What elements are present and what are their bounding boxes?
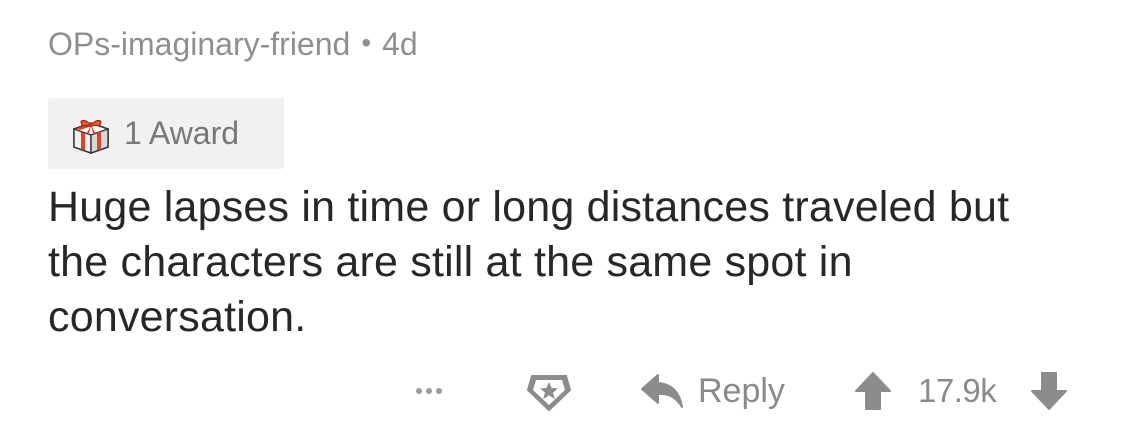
award-badge[interactable]: 1 Award (48, 98, 284, 169)
vote-score: 17.9k (918, 372, 997, 409)
ellipsis-dot (436, 388, 442, 394)
meta-separator: • (361, 27, 372, 58)
comment-body: Huge lapses in time or long distances tr… (48, 183, 1010, 341)
downvote-button[interactable] (1030, 360, 1068, 422)
comment-author[interactable]: OPs-imaginary-friend (48, 26, 350, 63)
gift-icon (73, 119, 109, 154)
downvote-arrow-icon (1031, 372, 1067, 410)
upvote-arrow-icon (855, 372, 891, 410)
give-award-button[interactable] (525, 360, 573, 422)
upvote-button[interactable] (854, 360, 892, 422)
comment-age: 4d (382, 25, 418, 62)
reply-button[interactable]: Reply (640, 360, 785, 422)
award-count-label: 1 Award (124, 115, 240, 151)
comment-actions: Reply 17.9k (0, 360, 1125, 422)
reply-label: Reply (698, 371, 785, 410)
reply-arrow-icon (641, 374, 683, 408)
award-icon (527, 375, 571, 411)
ellipsis-dot (426, 388, 432, 394)
more-options-button[interactable] (409, 360, 449, 422)
ellipsis-icon (416, 388, 422, 394)
comment-meta: OPs-imaginary-friend • 4d (48, 22, 418, 66)
